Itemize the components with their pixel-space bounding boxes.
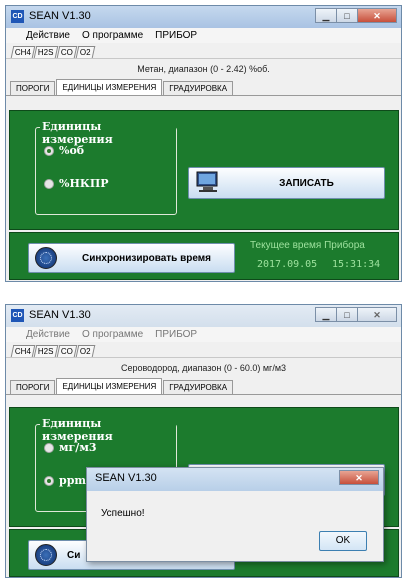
device-time: 15:31:34 [332, 259, 381, 270]
tab-h2s[interactable]: H2S [33, 46, 58, 58]
tab-thresholds[interactable]: ПОРОГИ [10, 81, 56, 95]
write-button[interactable]: ЗАПИСАТЬ [188, 167, 385, 199]
title-bar[interactable]: CD SEAN V1.30 ▁ □ ✕ [6, 6, 401, 28]
sync-time-button[interactable]: Синхронизировать время [28, 243, 235, 273]
menu-about[interactable]: О программе [82, 30, 143, 41]
tab-h2s[interactable]: H2S [33, 345, 58, 357]
tab-co[interactable]: CO [56, 345, 77, 357]
tab-ch4[interactable]: CH4 [10, 345, 36, 357]
dialog-title-bar[interactable]: SEAN V1.30 ✕ [87, 468, 383, 491]
dialog-title: SEAN V1.30 [95, 472, 157, 484]
tab-units[interactable]: ЕДИНИЦЫ ИЗМЕРЕНИЯ [56, 378, 163, 394]
main-tabs: ПОРОГИ ЕДИНИЦЫ ИЗМЕРЕНИЯ ГРАДУИРОВКА [6, 378, 401, 395]
tab-co[interactable]: CO [56, 46, 77, 58]
globe-icon [35, 544, 57, 566]
units-group-title: Единицы измерения [40, 417, 176, 443]
unit-option-lel[interactable]: %НКПР [44, 177, 109, 190]
globe-icon [35, 247, 57, 269]
window-title: SEAN V1.30 [29, 10, 91, 22]
minimize-button[interactable]: ▁ [315, 307, 337, 322]
menu-device[interactable]: ПРИБОР [155, 329, 197, 340]
write-button-label: ЗАПИСАТЬ [279, 177, 334, 189]
device-date: 2017.09.05 [257, 259, 318, 270]
maximize-button[interactable]: □ [336, 307, 358, 322]
title-bar[interactable]: CD SEAN V1.30 ▁ □ ✕ [6, 305, 401, 327]
tab-o2[interactable]: O2 [75, 46, 95, 58]
tab-ch4[interactable]: CH4 [10, 46, 36, 58]
app-icon: CD [11, 309, 24, 322]
menu-about[interactable]: О программе [82, 329, 143, 340]
unit-option-label: ppm [59, 474, 87, 487]
dialog-message: Успешно! [101, 508, 145, 519]
tab-units[interactable]: ЕДИНИЦЫ ИЗМЕРЕНИЯ [56, 79, 163, 95]
tab-calibration[interactable]: ГРАДУИРОВКА [163, 81, 234, 95]
window-title: SEAN V1.30 [29, 309, 91, 321]
radio-icon [44, 442, 54, 453]
menu-action[interactable]: Действие [26, 329, 70, 340]
time-panel: Синхронизировать время Текущее время При… [9, 232, 399, 280]
gas-tabs: CH4 H2S CO O2 [6, 342, 401, 357]
main-window-top: CD SEAN V1.30 ▁ □ ✕ Действие О программе… [5, 5, 402, 282]
unit-option-ppm[interactable]: ppm [44, 474, 86, 487]
unit-option-label: %об [59, 144, 85, 157]
radio-selected-icon [44, 145, 54, 156]
tab-calibration[interactable]: ГРАДУИРОВКА [163, 380, 234, 394]
radio-selected-icon [44, 475, 54, 486]
radio-icon [44, 178, 54, 189]
close-button[interactable]: ✕ [357, 307, 397, 322]
unit-option-mgm3[interactable]: мг/м3 [44, 441, 97, 454]
sync-button-label: Синхронизировать время [81, 252, 212, 264]
app-icon: CD [11, 10, 24, 23]
menu-action[interactable]: Действие [26, 30, 70, 41]
unit-option-vol[interactable]: %об [44, 144, 84, 157]
gas-tabs: CH4 H2S CO O2 [6, 43, 401, 58]
units-group: Единицы измерения [35, 120, 177, 215]
maximize-button[interactable]: □ [336, 8, 358, 23]
unit-option-label: мг/м3 [59, 441, 97, 454]
tab-thresholds[interactable]: ПОРОГИ [10, 380, 56, 394]
menu-bar: Действие О программе ПРИБОР [6, 327, 401, 342]
unit-option-label: %НКПР [59, 177, 109, 190]
units-group-title: Единицы измерения [40, 120, 176, 146]
range-text: Метан, диапазон (0 - 2.42) %об. [6, 58, 401, 79]
main-tabs: ПОРОГИ ЕДИНИЦЫ ИЗМЕРЕНИЯ ГРАДУИРОВКА [6, 79, 401, 96]
range-text: Сероводород, диапазон (0 - 60.0) мг/м3 [6, 357, 401, 378]
device-time-label: Текущее время Прибора [250, 240, 365, 251]
computer-icon [196, 171, 218, 192]
units-panel: Единицы измерения %об %НКПР ЗАПИСАТЬ [9, 110, 399, 230]
menu-bar: Действие О программе ПРИБОР [6, 28, 401, 43]
dialog-close-button[interactable]: ✕ [339, 470, 379, 485]
menu-device[interactable]: ПРИБОР [155, 30, 197, 41]
minimize-button[interactable]: ▁ [315, 8, 337, 23]
close-button[interactable]: ✕ [357, 8, 397, 23]
tab-o2[interactable]: O2 [75, 345, 95, 357]
ok-button[interactable]: OK [319, 531, 367, 551]
success-dialog: SEAN V1.30 ✕ Успешно! OK [86, 467, 384, 562]
